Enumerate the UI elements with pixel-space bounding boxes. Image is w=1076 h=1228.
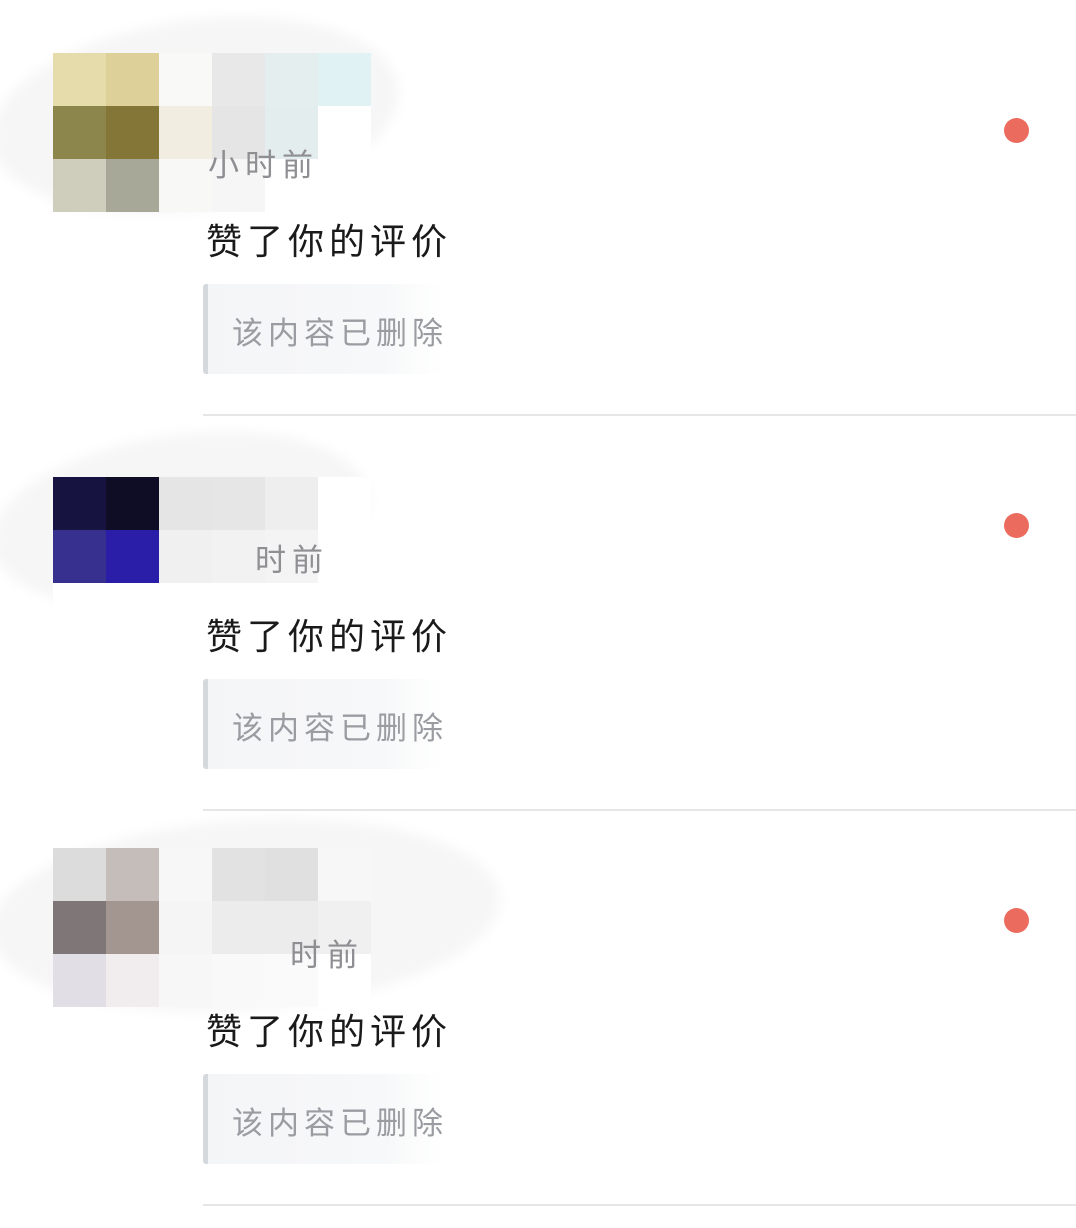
unread-dot-icon — [1004, 513, 1029, 538]
quoted-content-text: 该内容已删除 — [232, 1106, 448, 1142]
avatar-pixel — [53, 53, 106, 106]
unread-dot-icon — [1004, 908, 1029, 933]
avatar-pixel — [159, 530, 212, 583]
avatar-pixel — [159, 954, 212, 1007]
avatar-pixel — [318, 159, 371, 212]
unread-dot-icon — [1004, 118, 1029, 143]
avatar-pixel — [318, 106, 371, 159]
notification-action: 赞了你的评价 — [206, 222, 453, 263]
notification-item[interactable]: 时前 赞了你的评价 该内容已删除 — [0, 790, 1076, 1206]
avatar-pixel — [106, 106, 159, 159]
avatar-pixel — [53, 159, 106, 212]
quoted-content[interactable]: 该内容已删除 — [203, 284, 443, 374]
avatar-pixel — [106, 530, 159, 583]
timestamp: 时前 — [290, 938, 364, 974]
avatar-pixel — [159, 901, 212, 954]
avatar-pixel — [53, 954, 106, 1007]
avatar-pixel — [53, 583, 106, 636]
divider — [203, 1204, 1076, 1206]
avatar[interactable] — [53, 848, 371, 1007]
avatar-pixel — [159, 106, 212, 159]
avatar-pixel — [53, 477, 106, 530]
timestamp: 时前 — [255, 543, 329, 579]
quoted-content[interactable]: 该内容已删除 — [203, 1074, 443, 1164]
quoted-content[interactable]: 该内容已删除 — [203, 679, 443, 769]
avatar-pixel — [106, 53, 159, 106]
avatar-pixel — [106, 583, 159, 636]
avatar-pixel — [265, 477, 318, 530]
avatar-pixel — [159, 159, 212, 212]
avatar-pixel — [53, 901, 106, 954]
timestamp: 小时前 — [208, 148, 319, 184]
notification-action: 赞了你的评价 — [206, 1012, 453, 1053]
avatar-pixel — [159, 583, 212, 636]
avatar-pixel — [212, 477, 265, 530]
avatar-pixel — [212, 848, 265, 901]
avatar-pixel — [212, 53, 265, 106]
notification-action: 赞了你的评价 — [206, 617, 453, 658]
avatar-pixel — [265, 848, 318, 901]
avatar-pixel — [106, 159, 159, 212]
avatar-pixel — [212, 954, 265, 1007]
avatar-pixel — [106, 848, 159, 901]
avatar-pixel — [53, 530, 106, 583]
avatar-pixel — [318, 477, 371, 530]
notification-item[interactable]: 小时前 赞了你的评价 该内容已删除 — [0, 0, 1076, 416]
notification-item[interactable]: 时前 赞了你的评价 该内容已删除 — [0, 395, 1076, 811]
avatar-pixel — [212, 901, 265, 954]
avatar-pixel — [159, 53, 212, 106]
avatar[interactable] — [53, 53, 371, 212]
avatar-pixel — [106, 901, 159, 954]
notification-list: 小时前 赞了你的评价 该内容已删除 时前 赞了你的评价 该内容已删除 时前 赞了… — [0, 0, 1076, 1228]
avatar-pixel — [106, 477, 159, 530]
quoted-content-text: 该内容已删除 — [232, 711, 448, 747]
avatar-pixel — [53, 106, 106, 159]
avatar-pixel — [106, 954, 159, 1007]
avatar-pixel — [53, 848, 106, 901]
avatar-pixel — [159, 848, 212, 901]
avatar-pixel — [265, 53, 318, 106]
avatar-pixel — [318, 53, 371, 106]
quoted-content-text: 该内容已删除 — [232, 316, 448, 352]
avatar-pixel — [318, 848, 371, 901]
avatar-pixel — [159, 477, 212, 530]
